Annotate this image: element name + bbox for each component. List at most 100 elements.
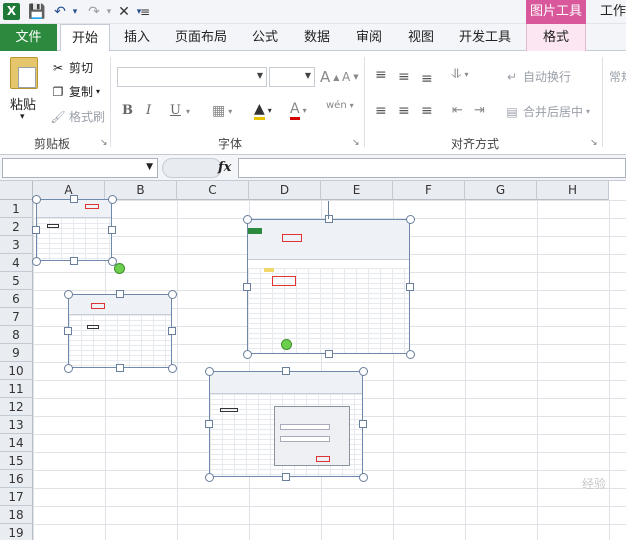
paste-button[interactable]: 粘贴 [10,94,36,113]
resize-handle-corner[interactable] [242,214,252,224]
resize-handle-edge[interactable] [406,282,414,291]
resize-handle-corner[interactable] [405,214,415,224]
phonetic-button[interactable]: wén ▾ [326,101,354,111]
tab-developer[interactable]: 开发工具 [452,24,518,51]
row-header-7[interactable]: 7 [0,308,33,326]
resize-handle-edge[interactable] [324,350,333,358]
row-header-9[interactable]: 9 [0,344,33,362]
number-format-combo[interactable]: 常规 [609,68,626,85]
select-all-corner[interactable] [0,181,33,200]
resize-handle-corner[interactable] [358,472,368,482]
tools-icon[interactable]: ✕ [114,3,134,21]
tab-view[interactable]: 视图 [400,24,442,51]
row-header-11[interactable]: 11 [0,380,33,398]
align-bottom-icon[interactable]: ≡ [421,71,433,87]
column-header-h[interactable]: H [537,181,609,200]
tab-review[interactable]: 审阅 [348,24,390,51]
inserted-picture-1[interactable] [31,194,117,266]
orientation-button[interactable]: ⥥ ▾ [452,67,468,82]
resize-handle-corner[interactable] [405,349,415,359]
row-header-16[interactable]: 16 [0,470,33,488]
row-header-19[interactable]: 19 [0,524,33,540]
resize-handle-corner[interactable] [242,349,252,359]
resize-handle-edge[interactable] [116,364,124,372]
fill-color-button[interactable]: ▲ ▾ [254,101,272,120]
align-top-icon[interactable]: ≡ [375,67,387,83]
resize-handle-edge[interactable] [116,290,124,298]
resize-handle-corner[interactable] [167,363,177,373]
bold-button[interactable]: B [122,103,133,118]
decrease-indent-icon[interactable]: ⇤ [452,103,463,118]
row-header-17[interactable]: 17 [0,488,33,506]
rotation-handle-icon[interactable] [114,263,125,274]
customize-qat-icon[interactable]: ≡ [140,3,150,21]
formula-input[interactable] [238,158,626,178]
align-right-icon[interactable]: ≡ [421,103,433,119]
row-header-2[interactable]: 2 [0,218,33,236]
tab-home[interactable]: 开始 [60,24,110,52]
inserted-picture-2[interactable] [63,289,177,373]
resize-handle-edge[interactable] [168,327,176,335]
increase-indent-icon[interactable]: ⇥ [474,103,485,118]
align-center-icon[interactable]: ≡ [398,103,410,119]
font-size-combo[interactable]: ▼ [269,67,315,87]
resize-handle-edge[interactable] [243,282,251,291]
undo-icon[interactable]: ↶ [50,3,70,21]
column-header-g[interactable]: G [465,181,537,200]
inserted-picture-3[interactable] [242,214,415,359]
insert-function-icon[interactable]: fx [218,158,231,178]
undo-dropdown-icon[interactable]: ▾ [70,3,80,21]
merge-center-button[interactable]: ▤ 合并后居中 ▾ [504,103,590,120]
redo-dropdown-icon[interactable]: ▾ [104,3,114,21]
resize-handle-corner[interactable] [63,289,73,299]
shrink-font-button[interactable]: A ▼ [342,70,359,84]
resize-handle-edge[interactable] [108,226,116,234]
rotation-handle-icon[interactable] [281,339,292,350]
column-header-d[interactable]: D [249,181,321,200]
underline-dropdown-icon[interactable]: ▾ [186,107,190,116]
copy-button[interactable]: ❐ 复制 ▾ [50,83,100,100]
resize-handle-edge[interactable] [359,420,367,428]
row-header-13[interactable]: 13 [0,416,33,434]
row-header-5[interactable]: 5 [0,272,33,290]
chevron-down-icon[interactable]: ▼ [146,162,153,172]
tab-file[interactable]: 文件 [0,24,57,51]
row-header-12[interactable]: 12 [0,398,33,416]
resize-handle-corner[interactable] [107,194,117,204]
row-header-3[interactable]: 3 [0,236,33,254]
tab-data[interactable]: 数据 [296,24,338,51]
inserted-picture-4[interactable] [204,366,368,482]
redo-icon[interactable]: ↷ [84,3,104,21]
resize-handle-edge[interactable] [32,226,40,234]
column-header-e[interactable]: E [321,181,393,200]
resize-handle-edge[interactable] [282,473,290,481]
font-name-combo[interactable]: ▼ [117,67,267,87]
tab-formulas[interactable]: 公式 [244,24,286,51]
align-left-icon[interactable]: ≡ [375,103,387,119]
column-header-c[interactable]: C [177,181,249,200]
clipboard-launcher-icon[interactable]: ↘ [100,138,108,148]
tab-page-layout[interactable]: 页面布局 [168,24,234,51]
underline-button[interactable]: U [170,103,181,118]
column-header-a[interactable]: A [33,181,105,200]
cut-button[interactable]: ✂ 剪切 [50,59,93,76]
font-color-button[interactable]: A ▾ [290,101,307,120]
resize-handle-edge[interactable] [205,420,213,428]
row-header-1[interactable]: 1 [0,200,33,218]
paste-dropdown-icon[interactable]: ▾ [20,112,25,122]
tab-insert[interactable]: 插入 [116,24,158,51]
tab-format[interactable]: 格式 [526,24,586,51]
excel-app-icon[interactable]: X [3,3,20,20]
resize-handle-edge[interactable] [64,327,72,335]
row-header-4[interactable]: 4 [0,254,33,272]
resize-handle-corner[interactable] [358,366,368,376]
column-header-f[interactable]: F [393,181,465,200]
italic-button[interactable]: I [146,103,151,118]
align-middle-icon[interactable]: ≡ [398,69,410,85]
row-header-18[interactable]: 18 [0,506,33,524]
row-header-6[interactable]: 6 [0,290,33,308]
resize-handle-corner[interactable] [31,256,41,266]
row-header-8[interactable]: 8 [0,326,33,344]
row-header-10[interactable]: 10 [0,362,33,380]
wrap-text-button[interactable]: ↵ 自动换行 [504,68,571,85]
